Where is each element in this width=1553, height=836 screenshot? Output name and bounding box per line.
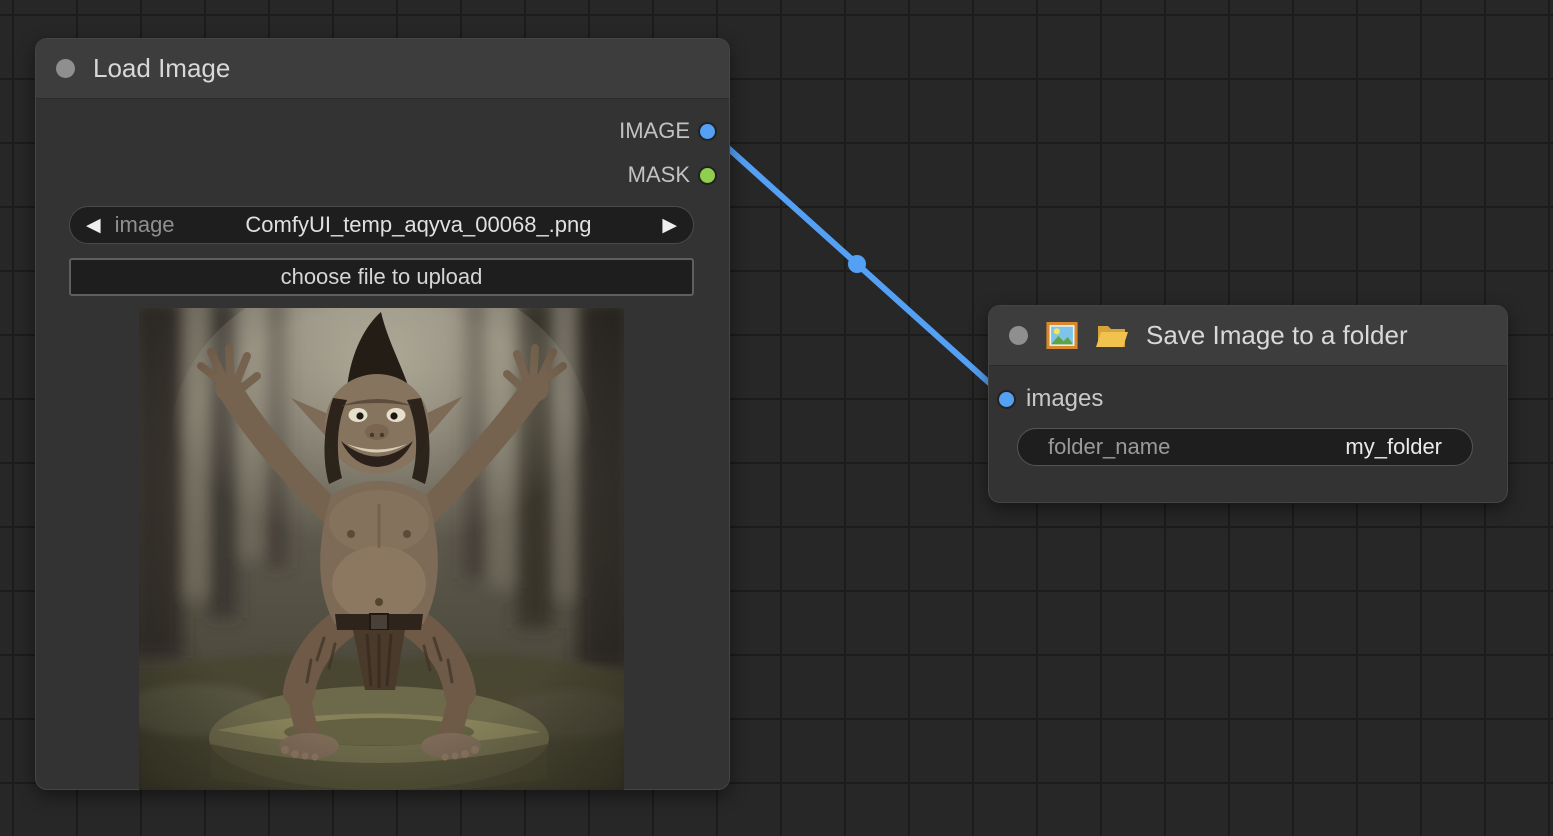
- node-graph-canvas[interactable]: Load Image IMAGE MASK ◀ image ComfyUI_te…: [0, 0, 1553, 836]
- node-load-image[interactable]: Load Image IMAGE MASK ◀ image ComfyUI_te…: [35, 38, 730, 790]
- link-midpoint-handle[interactable]: [848, 255, 866, 273]
- node-title: Load Image: [93, 53, 230, 84]
- load-image-title-bar[interactable]: Load Image: [36, 39, 729, 99]
- input-label-images: images: [1026, 385, 1103, 413]
- image-combo-label: image: [115, 212, 175, 238]
- output-row-mask: MASK: [628, 161, 715, 189]
- node-save-image-to-folder[interactable]: Save Image to a folder images folder_nam…: [988, 305, 1508, 503]
- collapse-dot-icon[interactable]: [1009, 326, 1028, 345]
- image-combo-widget[interactable]: ◀ image ComfyUI_temp_aqyva_00068_.png ▶: [69, 206, 694, 244]
- troll-preview-image: [139, 308, 624, 790]
- output-port-mask[interactable]: [700, 168, 715, 183]
- output-row-image: IMAGE: [619, 117, 715, 145]
- right-arrow-icon[interactable]: ▶: [662, 216, 677, 235]
- choose-file-button[interactable]: choose file to upload: [69, 258, 694, 296]
- save-node-title-bar[interactable]: Save Image to a folder: [989, 306, 1507, 366]
- framed-picture-icon: [1046, 322, 1078, 349]
- open-folder-icon: [1096, 322, 1128, 349]
- image-preview: [139, 308, 624, 790]
- input-port-images[interactable]: [999, 392, 1014, 407]
- image-combo-value: ComfyUI_temp_aqyva_00068_.png: [189, 212, 649, 238]
- output-ports: IMAGE MASK: [619, 117, 715, 189]
- folder-name-value: my_folder: [1345, 434, 1442, 460]
- folder-name-widget[interactable]: folder_name my_folder: [1017, 428, 1473, 466]
- output-label-mask: MASK: [628, 162, 690, 188]
- collapse-dot-icon[interactable]: [56, 59, 75, 78]
- output-port-image[interactable]: [700, 124, 715, 139]
- node-title: Save Image to a folder: [1146, 320, 1408, 351]
- folder-name-label: folder_name: [1048, 434, 1170, 460]
- output-label-image: IMAGE: [619, 118, 690, 144]
- link-wire-image-to-images: [708, 130, 1006, 398]
- input-row-images: images: [999, 385, 1103, 413]
- left-arrow-icon[interactable]: ◀: [86, 216, 101, 235]
